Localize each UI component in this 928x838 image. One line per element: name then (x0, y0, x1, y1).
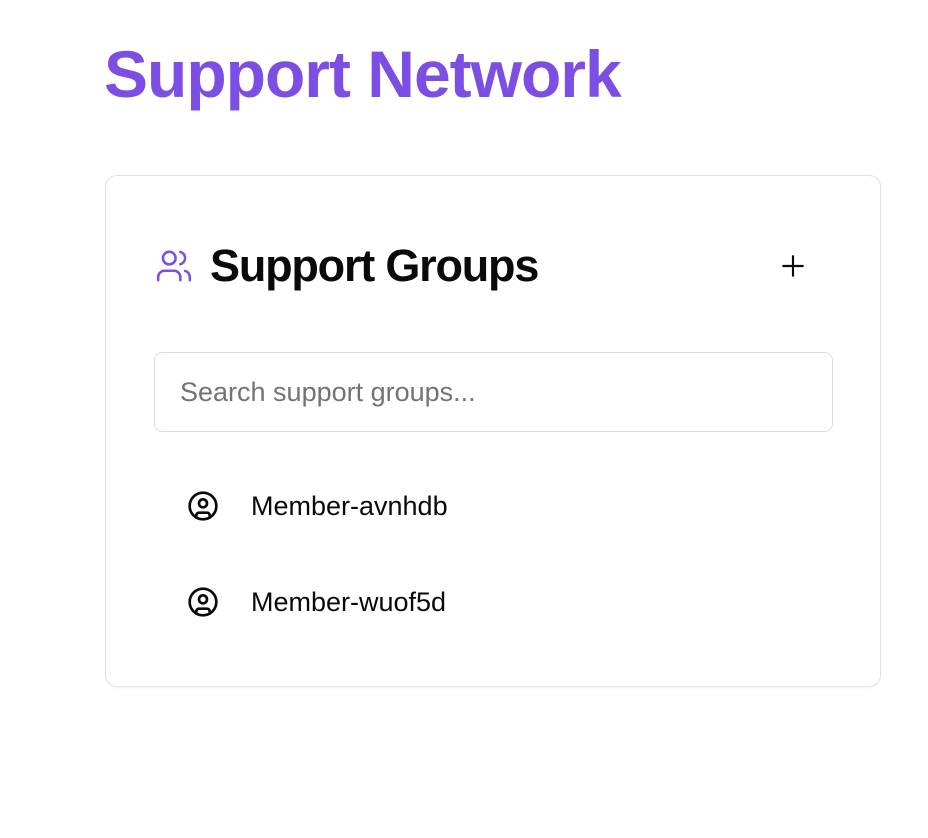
search-input[interactable] (154, 352, 833, 432)
support-groups-card: Support Groups Member-av (105, 175, 881, 687)
add-group-button[interactable] (771, 244, 815, 288)
page: Support Network Support Groups Search su… (0, 0, 928, 838)
card-header: Support Groups (155, 240, 539, 292)
page-title: Support Network (104, 37, 622, 111)
card-title: Support Groups (210, 240, 539, 291)
plus-icon (780, 253, 806, 279)
member-name: Member-avnhdb (251, 490, 448, 521)
member-list: Member-avnhdb Member-wuof5d (186, 458, 448, 650)
user-circle-icon (186, 585, 220, 619)
user-circle-icon (186, 489, 220, 523)
list-item[interactable]: Member-avnhdb (186, 458, 448, 554)
member-name: Member-wuof5d (251, 586, 447, 617)
list-item[interactable]: Member-wuof5d (186, 554, 448, 650)
users-icon (155, 247, 193, 285)
